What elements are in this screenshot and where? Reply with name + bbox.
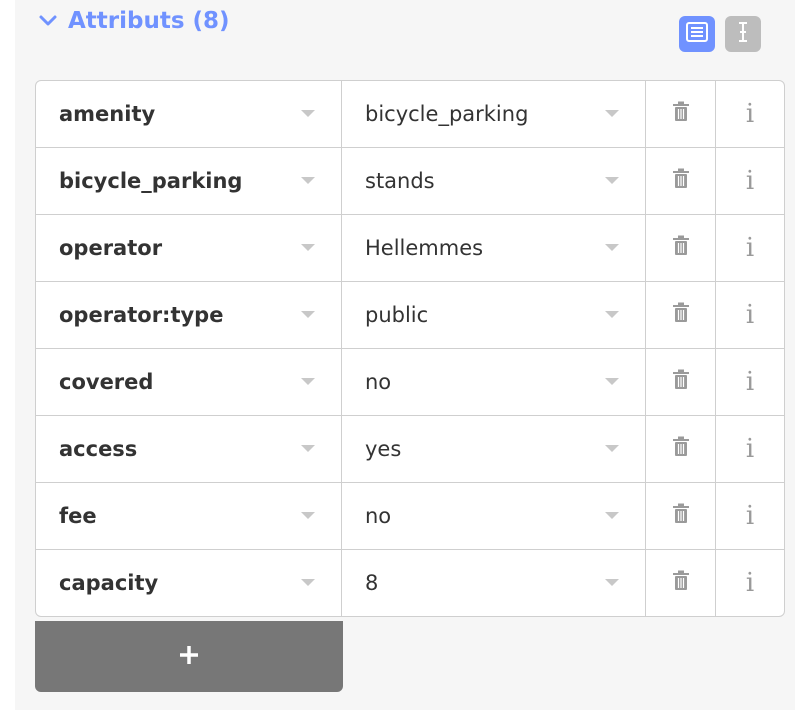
tag-key-text: fee [59, 504, 97, 528]
value-dropdown-caret-icon[interactable] [605, 445, 619, 452]
trash-icon [671, 101, 691, 127]
info-icon: i [745, 233, 755, 263]
tag-info-button[interactable]: i [716, 349, 784, 415]
delete-tag-button[interactable] [646, 483, 716, 549]
value-dropdown-caret-icon[interactable] [605, 311, 619, 318]
view-toggles [679, 16, 761, 52]
tag-value-field[interactable]: bicycle_parking [342, 81, 646, 147]
key-dropdown-caret-icon[interactable] [301, 177, 315, 184]
tag-info-button[interactable]: i [716, 416, 784, 482]
tag-info-button[interactable]: i [716, 215, 784, 281]
tag-value-text: stands [365, 169, 435, 193]
key-dropdown-caret-icon[interactable] [301, 445, 315, 452]
tag-key-text: access [59, 437, 138, 461]
tag-row: operator:type public i [36, 281, 784, 348]
tag-key-field[interactable]: amenity [36, 81, 342, 147]
tag-key-text: capacity [59, 571, 159, 595]
value-dropdown-caret-icon[interactable] [605, 177, 619, 184]
delete-tag-button[interactable] [646, 349, 716, 415]
trash-icon [671, 570, 691, 596]
key-dropdown-caret-icon[interactable] [301, 244, 315, 251]
info-icon: i [745, 166, 755, 196]
value-dropdown-caret-icon[interactable] [605, 378, 619, 385]
delete-tag-button[interactable] [646, 148, 716, 214]
tag-value-field[interactable]: yes [342, 416, 646, 482]
tag-value-field[interactable]: 8 [342, 550, 646, 616]
tag-value-text: 8 [365, 571, 379, 595]
delete-tag-button[interactable] [646, 282, 716, 348]
trash-icon [671, 235, 691, 261]
tag-key-field[interactable]: bicycle_parking [36, 148, 342, 214]
tag-row: operator Hellemmes i [36, 214, 784, 281]
tag-key-field[interactable]: fee [36, 483, 342, 549]
trash-icon [671, 168, 691, 194]
tag-key-field[interactable]: capacity [36, 550, 342, 616]
section-header-attributes[interactable]: Attributs (8) [38, 8, 230, 34]
tag-value-field[interactable]: Hellemmes [342, 215, 646, 281]
list-view-icon [685, 21, 709, 47]
list-view-button[interactable] [679, 16, 715, 52]
tag-key-text: operator:type [59, 303, 224, 327]
tag-value-text: Hellemmes [365, 236, 484, 260]
trash-icon [671, 503, 691, 529]
tag-row: covered no i [36, 348, 784, 415]
info-icon: i [745, 300, 755, 330]
tag-info-button[interactable]: i [716, 550, 784, 616]
tag-info-button[interactable]: i [716, 148, 784, 214]
key-dropdown-caret-icon[interactable] [301, 110, 315, 117]
key-dropdown-caret-icon[interactable] [301, 512, 315, 519]
tag-value-field[interactable]: stands [342, 148, 646, 214]
value-dropdown-caret-icon[interactable] [605, 244, 619, 251]
tag-value-text: yes [365, 437, 402, 461]
tag-row: amenity bicycle_parking i [36, 81, 784, 147]
trash-icon [671, 369, 691, 395]
info-icon: i [745, 501, 755, 531]
delete-tag-button[interactable] [646, 81, 716, 147]
tag-value-text: public [365, 303, 429, 327]
tag-value-field[interactable]: no [342, 483, 646, 549]
info-icon: i [745, 434, 755, 464]
value-dropdown-caret-icon[interactable] [605, 110, 619, 117]
tag-info-button[interactable]: i [716, 81, 784, 147]
tag-value-field[interactable]: no [342, 349, 646, 415]
tag-value-text: no [365, 370, 392, 394]
plus-icon [178, 644, 200, 670]
tag-key-text: covered [59, 370, 154, 394]
value-dropdown-caret-icon[interactable] [605, 579, 619, 586]
trash-icon [671, 302, 691, 328]
tag-key-field[interactable]: operator [36, 215, 342, 281]
key-dropdown-caret-icon[interactable] [301, 579, 315, 586]
text-view-button[interactable] [725, 16, 761, 52]
tag-table: amenity bicycle_parking i bicycle_parking st… [35, 80, 785, 617]
tag-value-text: bicycle_parking [365, 102, 529, 126]
chevron-down-icon [38, 11, 58, 31]
tag-row: fee no i [36, 482, 784, 549]
key-dropdown-caret-icon[interactable] [301, 311, 315, 318]
tag-row: bicycle_parking stands i [36, 147, 784, 214]
info-icon: i [745, 568, 755, 598]
tag-key-field[interactable]: covered [36, 349, 342, 415]
info-icon: i [745, 367, 755, 397]
tag-row: access yes i [36, 415, 784, 482]
section-title: Attributs (8) [68, 8, 230, 34]
tag-value-field[interactable]: public [342, 282, 646, 348]
delete-tag-button[interactable] [646, 215, 716, 281]
tag-key-text: operator [59, 236, 163, 260]
trash-icon [671, 436, 691, 462]
tag-key-field[interactable]: access [36, 416, 342, 482]
tag-row: capacity 8 i [36, 549, 784, 616]
tag-value-text: no [365, 504, 392, 528]
add-tag-button[interactable] [35, 621, 343, 692]
key-dropdown-caret-icon[interactable] [301, 378, 315, 385]
value-dropdown-caret-icon[interactable] [605, 512, 619, 519]
delete-tag-button[interactable] [646, 550, 716, 616]
tag-info-button[interactable]: i [716, 483, 784, 549]
tag-key-field[interactable]: operator:type [36, 282, 342, 348]
delete-tag-button[interactable] [646, 416, 716, 482]
tag-info-button[interactable]: i [716, 282, 784, 348]
tag-key-text: amenity [59, 102, 156, 126]
tag-key-text: bicycle_parking [59, 169, 243, 193]
text-view-icon [733, 20, 753, 48]
info-icon: i [745, 99, 755, 129]
